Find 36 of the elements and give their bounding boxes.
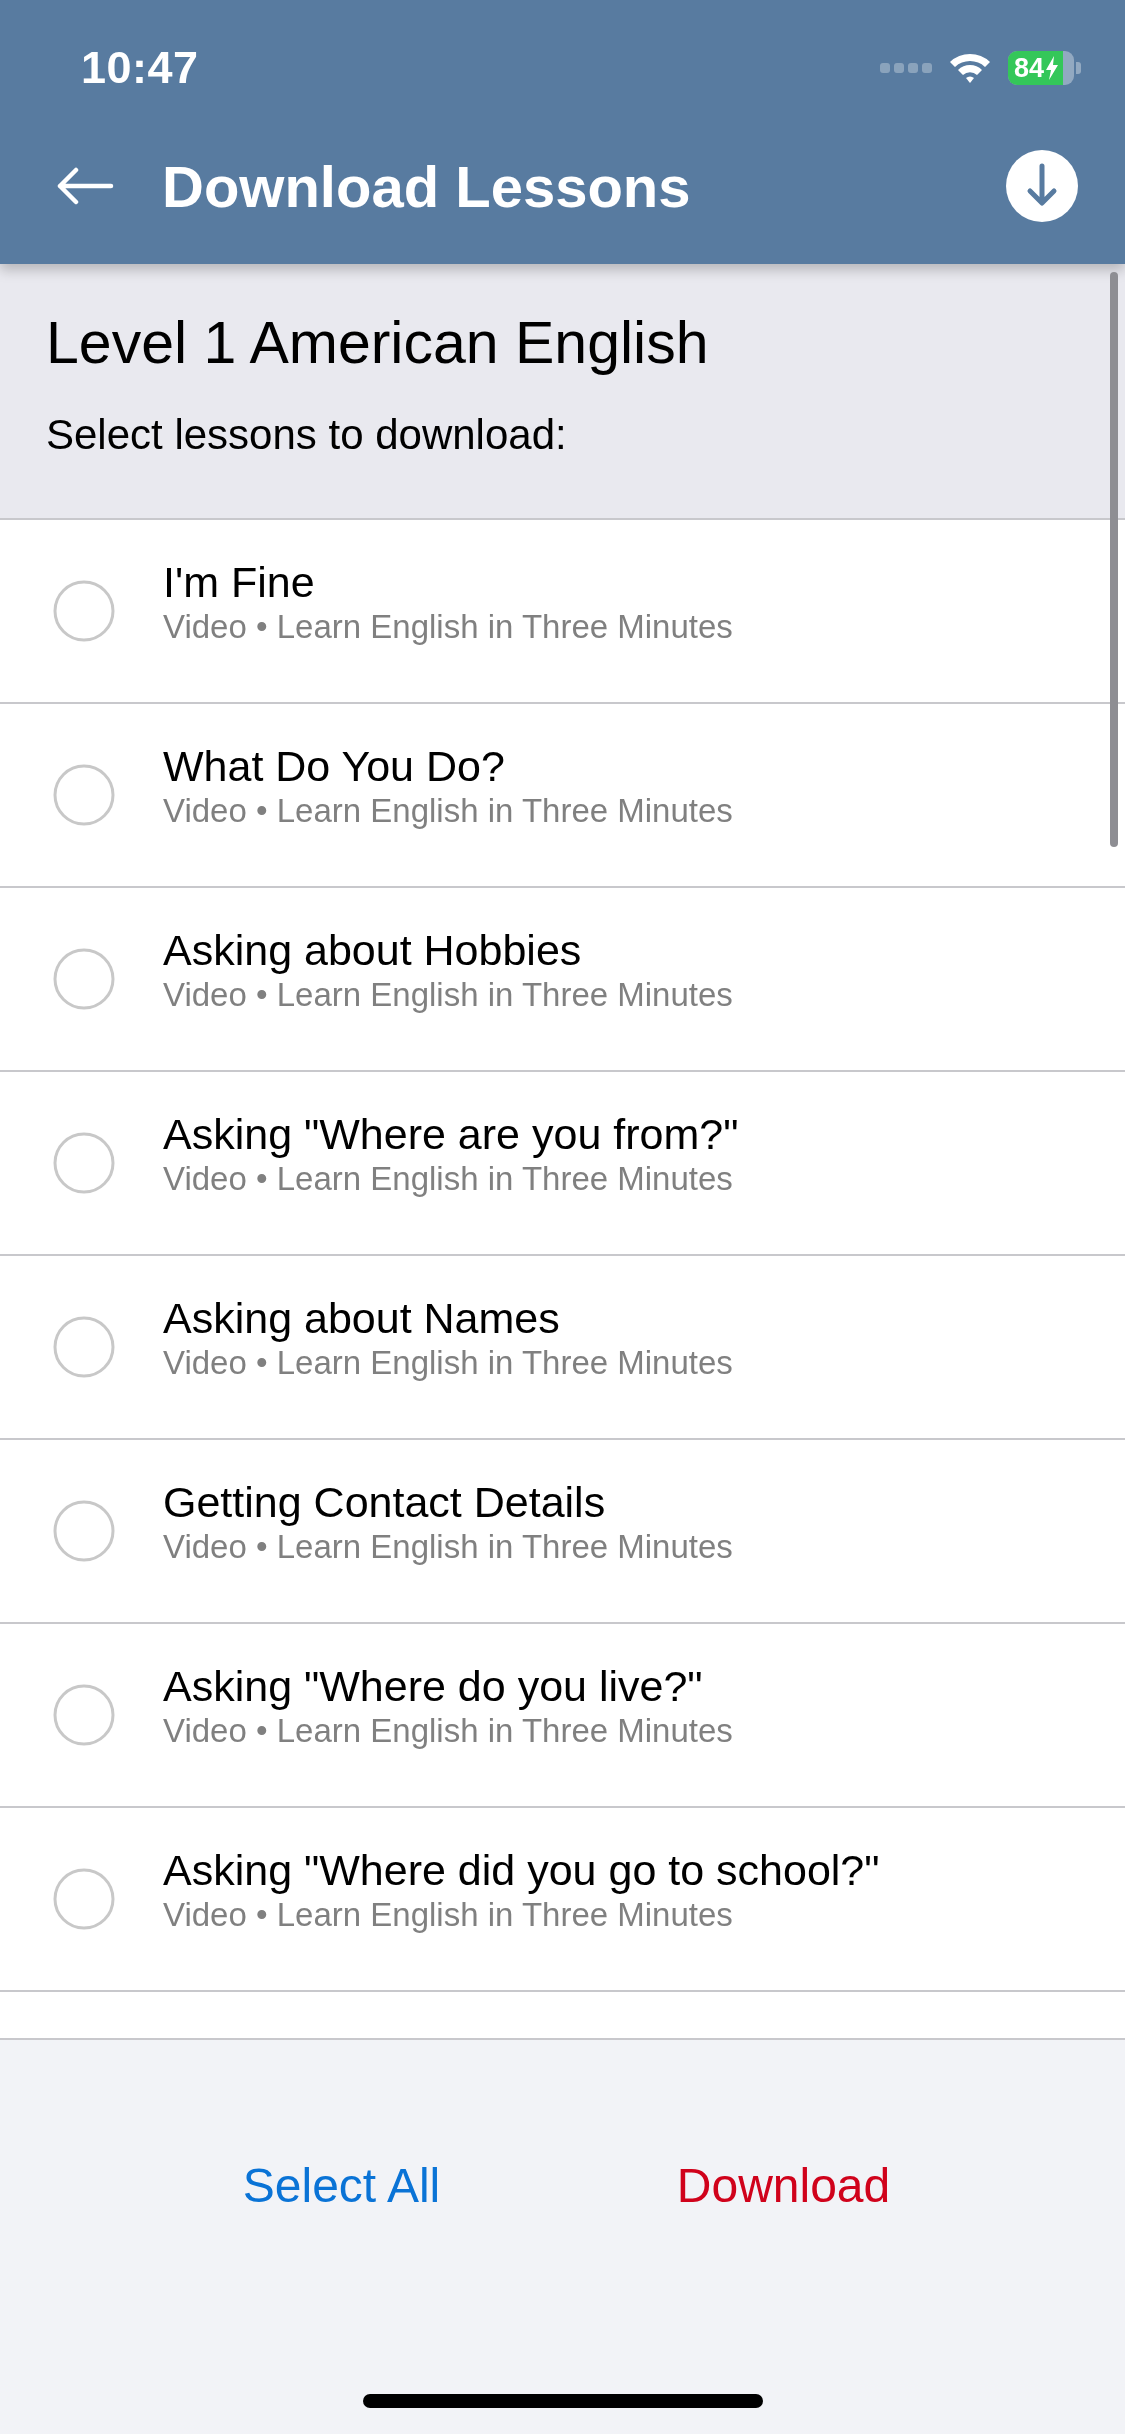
- battery-percent: 84: [1013, 52, 1045, 85]
- lesson-title[interactable]: Getting Contact Details: [163, 1478, 733, 1526]
- instruction-text: Select lessons to download:: [46, 410, 568, 460]
- lesson-subtitle: Video • Learn English in Three Minutes: [163, 1527, 733, 1567]
- bolt-icon: [1045, 56, 1060, 80]
- lesson-subtitle: Video • Learn English in Three Minutes: [163, 791, 733, 831]
- action-button[interactable]: Download: [668, 2148, 899, 2224]
- lesson-subtitle: Video • Learn English in Three Minutes: [163, 607, 733, 647]
- radio-button[interactable]: [53, 764, 115, 826]
- radio-button[interactable]: [53, 1316, 115, 1378]
- lesson-title[interactable]: Asking "Where do you live?": [163, 1662, 733, 1710]
- lesson-title[interactable]: Asking about Names: [163, 1294, 733, 1342]
- radio-button[interactable]: [53, 948, 115, 1010]
- course-title: Level 1 American English: [46, 310, 710, 376]
- radio-button[interactable]: [53, 1868, 115, 1930]
- radio-button[interactable]: [53, 1132, 115, 1194]
- action-button[interactable]: Select All: [234, 2148, 449, 2224]
- download-icon[interactable]: [1006, 150, 1078, 222]
- status-time: 10:47: [81, 42, 199, 94]
- lesson-title[interactable]: Asking about Hobbies: [163, 926, 733, 974]
- lesson-title[interactable]: What Do You Do?: [163, 742, 733, 790]
- lesson-subtitle: Video • Learn English in Three Minutes: [163, 1159, 734, 1199]
- lesson-title[interactable]: I'm Fine: [163, 558, 733, 606]
- lesson-title[interactable]: Asking "Where are you from?": [163, 1110, 739, 1158]
- lesson-subtitle: Video • Learn English in Three Minutes: [163, 1711, 733, 1751]
- lesson-subtitle: Video • Learn English in Three Minutes: [163, 1895, 734, 1935]
- lesson-title[interactable]: Asking "Where did you go to school?": [163, 1846, 880, 1894]
- radio-button[interactable]: [53, 1684, 115, 1746]
- lesson-subtitle: Video • Learn English in Three Minutes: [163, 1343, 733, 1383]
- radio-button[interactable]: [53, 1500, 115, 1562]
- wifi-icon: [948, 51, 992, 85]
- signal-icon: [880, 62, 932, 74]
- back-arrow-icon[interactable]: [56, 167, 114, 205]
- lesson-subtitle: Video • Learn English in Three Minutes: [163, 975, 733, 1015]
- radio-button[interactable]: [53, 580, 115, 642]
- screen-title: Download Lessons: [162, 152, 691, 220]
